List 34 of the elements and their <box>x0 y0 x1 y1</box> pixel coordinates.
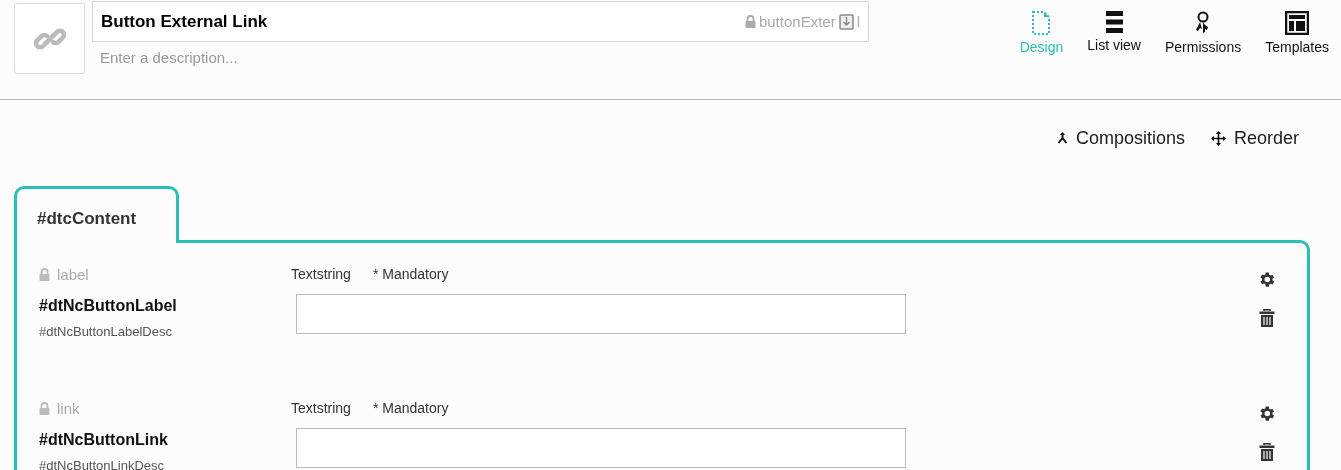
toggle-icon[interactable] <box>838 13 854 30</box>
nav-tab[interactable]: Templates <box>1253 11 1341 61</box>
property-description: #dtNcButtonLinkDesc <box>39 458 165 470</box>
compositions-button[interactable]: Compositions <box>1056 126 1185 150</box>
editor-type: Textstring <box>291 266 351 282</box>
property-name: #dtNcButtonLink <box>39 431 169 449</box>
mandatory-label: * Mandatory <box>372 266 449 282</box>
editor-type: Textstring <box>291 400 351 416</box>
property-alias: label <box>57 265 89 283</box>
delete-icon[interactable] <box>1258 309 1275 328</box>
property-input[interactable] <box>296 428 906 468</box>
alias-text: l <box>856 13 860 30</box>
nav-tab[interactable]: List view <box>1075 11 1153 61</box>
list-icon <box>1105 11 1123 33</box>
lock-icon <box>39 401 50 415</box>
description-field[interactable]: Enter a description... <box>92 46 869 68</box>
document-icon <box>1032 11 1051 35</box>
name-text: Button External Link <box>101 11 268 32</box>
mandatory-label: * Mandatory <box>372 400 449 416</box>
name-field[interactable]: Button External Link buttonExter l <box>92 1 869 42</box>
merge-icon <box>1056 132 1068 144</box>
nav-tab[interactable]: Permissions <box>1152 11 1254 61</box>
property-name: #dtNcButtonLabel <box>39 297 178 315</box>
delete-icon[interactable] <box>1258 443 1275 462</box>
property-description: #dtNcButtonLabelDesc <box>39 324 173 339</box>
lock-icon <box>39 267 50 281</box>
alias-text: buttonExter <box>758 13 836 30</box>
lock-icon <box>744 15 756 28</box>
property-input[interactable] <box>296 294 906 334</box>
template-icon <box>1285 11 1310 35</box>
move-icon <box>1210 130 1226 146</box>
group-tab[interactable]: #dtcContent <box>14 186 179 243</box>
reorder-button[interactable]: Reorder <box>1210 126 1299 150</box>
property-alias: link <box>57 399 80 417</box>
